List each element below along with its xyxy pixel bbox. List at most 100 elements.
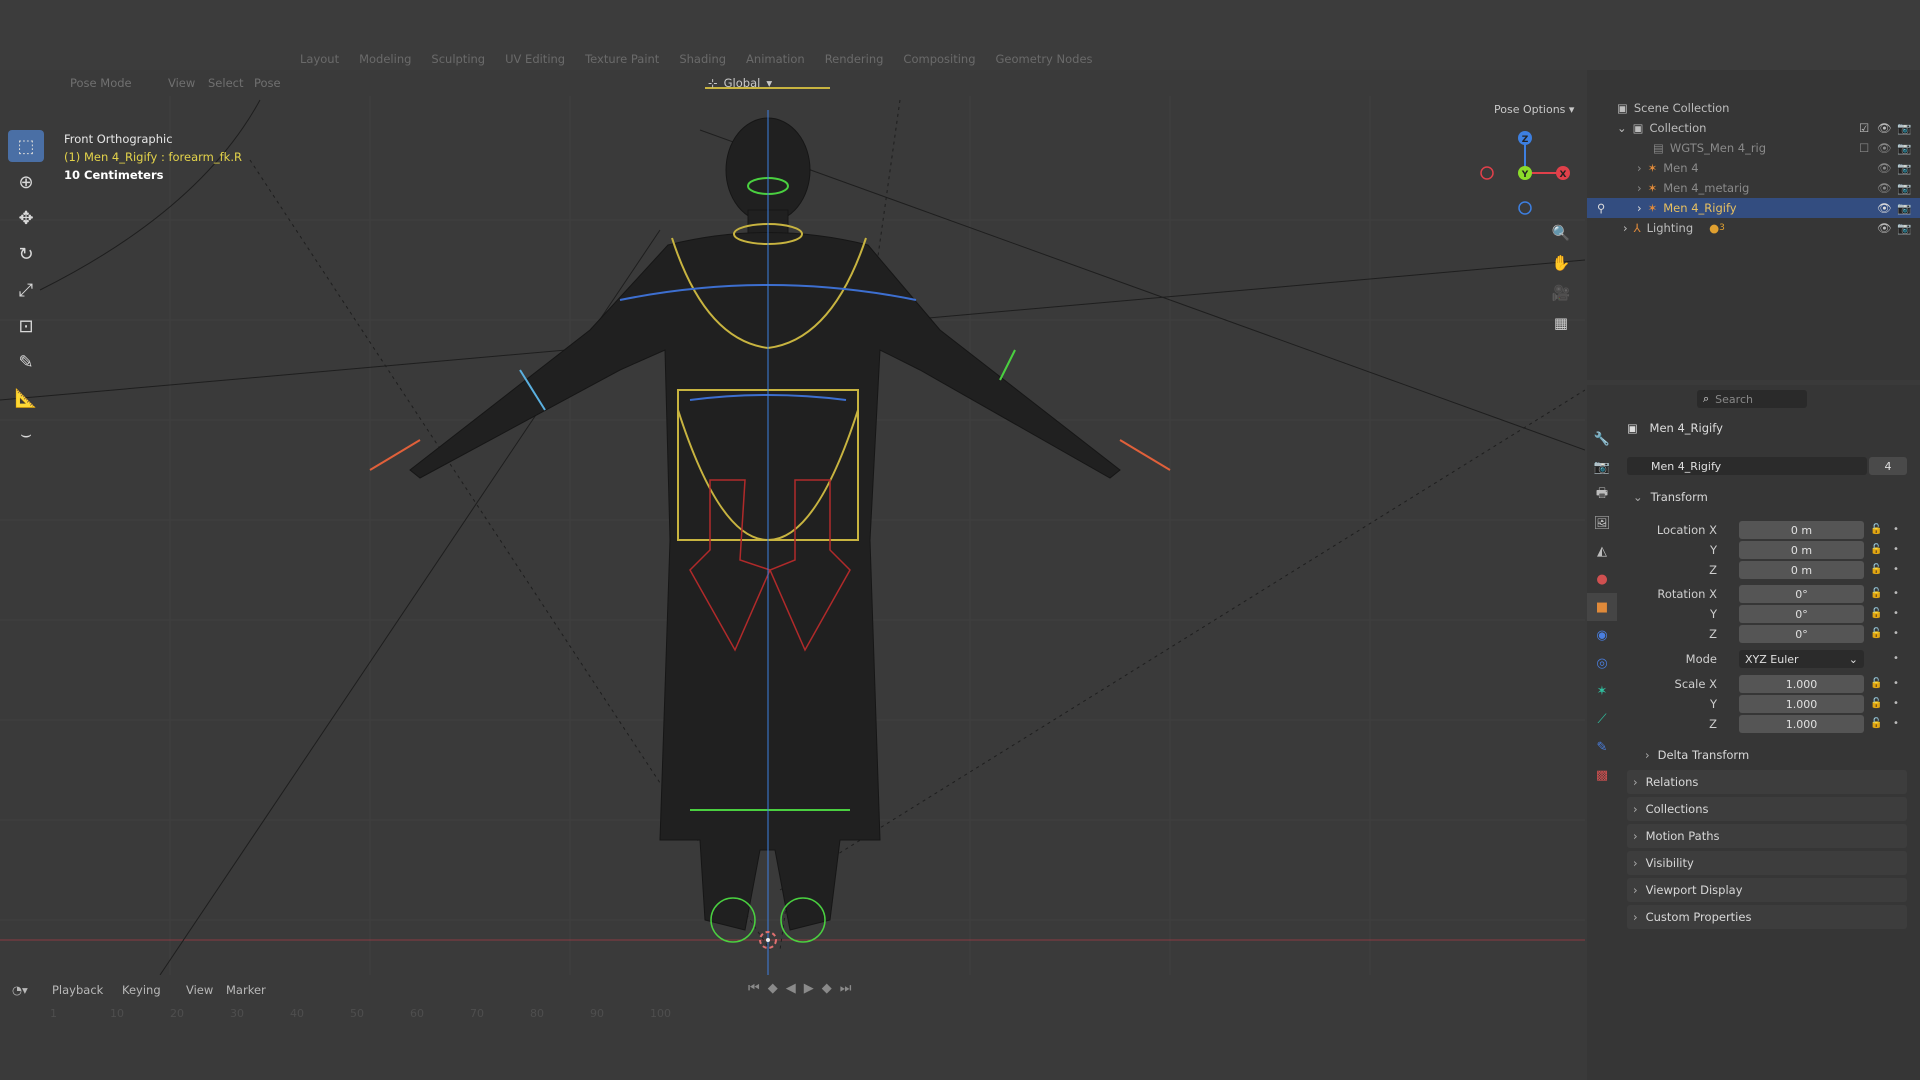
eye-icon[interactable]: 👁 — [1877, 201, 1892, 215]
navigation-gizmo[interactable]: X Z Y — [1480, 128, 1570, 218]
rotation-z-field[interactable]: 0° — [1739, 625, 1864, 643]
transform-panel-header[interactable]: ⌄ Transform — [1627, 485, 1907, 509]
user-count[interactable]: 4 — [1869, 457, 1907, 475]
eye-icon[interactable]: 👁 — [1877, 161, 1892, 175]
properties-panel[interactable]: ⌕ Search 🔧 📷 🖶 🖼 ◭ ● ■ ◉ ◎ ✶ ⟋ ✎ ▩ ▣ Men… — [1587, 385, 1920, 1080]
zoom-button[interactable]: 🔍 — [1548, 220, 1574, 246]
frame-ruler[interactable]: 1 10 20 30 40 50 60 70 80 90 100 — [50, 1007, 710, 1020]
jump-start-icon[interactable]: ⏮ — [748, 981, 760, 996]
scale-z-field[interactable]: 1.000 — [1739, 715, 1864, 733]
menu-keying[interactable]: Keying — [122, 983, 161, 997]
keyframe-dot-icon[interactable]: • — [1893, 678, 1899, 689]
camera-icon[interactable]: 📷 — [1897, 141, 1911, 155]
visibility-panel[interactable]: › Visibility — [1627, 851, 1907, 875]
output-tab[interactable]: 🖶 — [1587, 481, 1617, 509]
camera-icon[interactable]: 📷 — [1897, 221, 1911, 235]
outliner-row-metarig[interactable]: › ✶ Men 4_metarig 👁 📷 — [1587, 178, 1920, 198]
outliner-row-collection[interactable]: ⌄ ▣ Collection ☑ 👁 📷 — [1587, 118, 1920, 138]
lock-icon[interactable]: 🔓 — [1870, 628, 1882, 639]
play-icon[interactable]: ▶ — [804, 981, 814, 996]
tool-tab[interactable]: 🔧 — [1587, 425, 1617, 453]
measure-tool[interactable]: 📐 — [8, 382, 44, 414]
menu-marker[interactable]: Marker — [226, 983, 266, 997]
scale-x-field[interactable]: 1.000 — [1739, 675, 1864, 693]
keyframe-dot-icon[interactable]: • — [1893, 608, 1899, 619]
scale-tool[interactable]: ⤢ — [8, 274, 44, 306]
keyframe-dot-icon[interactable]: • — [1893, 588, 1899, 599]
eye-icon[interactable]: 👁 — [1877, 121, 1892, 135]
lock-icon[interactable]: 🔓 — [1870, 544, 1882, 555]
rotate-tool[interactable]: ↻ — [8, 238, 44, 270]
transform-orientation-dropdown[interactable]: ⊹ Global ▾ — [700, 72, 780, 94]
pan-button[interactable]: ✋ — [1548, 250, 1574, 276]
transform-tool[interactable]: ⊡ — [8, 310, 44, 342]
tab-shading[interactable]: Shading — [679, 52, 726, 66]
texture-tab[interactable]: ▩ — [1587, 761, 1617, 789]
tab-geometry-nodes[interactable]: Geometry Nodes — [996, 52, 1093, 66]
outliner-row-men4[interactable]: › ✶ Men 4 👁 📷 — [1587, 158, 1920, 178]
collections-panel[interactable]: › Collections — [1627, 797, 1907, 821]
tab-compositing[interactable]: Compositing — [903, 52, 975, 66]
scene-tab[interactable]: ◭ — [1587, 537, 1617, 565]
keyframe-dot-icon[interactable]: • — [1893, 718, 1899, 729]
delta-transform-panel[interactable]: › Delta Transform — [1639, 743, 1907, 767]
keyframe-dot-icon[interactable]: • — [1893, 698, 1899, 709]
object-tab[interactable]: ■ — [1587, 593, 1617, 621]
keyframe-dot-icon[interactable]: • — [1893, 544, 1899, 555]
lock-icon[interactable]: 🔓 — [1870, 564, 1882, 575]
keyframe-dot-icon[interactable]: • — [1893, 564, 1899, 575]
camera-view-button[interactable]: 🎥 — [1548, 280, 1574, 306]
physics-tab[interactable]: ◎ — [1587, 649, 1617, 677]
outliner-scene-collection[interactable]: ▣ Scene Collection — [1587, 98, 1920, 118]
checkbox-icon[interactable]: ☑ — [1859, 121, 1869, 135]
tab-modeling[interactable]: Modeling — [359, 52, 411, 66]
relax-tool[interactable]: ⌣ — [8, 418, 44, 450]
tab-texture-paint[interactable]: Texture Paint — [585, 52, 659, 66]
render-tab[interactable]: 📷 — [1587, 453, 1617, 481]
lock-icon[interactable]: 🔓 — [1870, 678, 1882, 689]
prev-keyframe-icon[interactable]: ◆ — [768, 981, 778, 996]
menu-view[interactable]: View — [186, 983, 213, 997]
tab-animation[interactable]: Animation — [746, 52, 805, 66]
tab-layout[interactable]: Layout — [300, 52, 339, 66]
play-reverse-icon[interactable]: ◀ — [786, 981, 796, 996]
menu-pose[interactable]: Pose — [254, 76, 281, 90]
timeline-editor[interactable]: ◔▾ Playback Keying View Marker ⏮ ◆ ◀ ▶ ◆… — [0, 975, 1585, 1080]
constraints-tab[interactable]: ✶ — [1587, 677, 1617, 705]
jump-end-icon[interactable]: ⏭ — [840, 981, 852, 996]
lock-icon[interactable]: 🔓 — [1870, 718, 1882, 729]
datablock-name-field[interactable]: Men 4_Rigify — [1627, 457, 1867, 475]
rotation-mode-dropdown[interactable]: XYZ Euler ⌄ — [1739, 650, 1864, 668]
scale-y-field[interactable]: 1.000 — [1739, 695, 1864, 713]
motion-paths-panel[interactable]: › Motion Paths — [1627, 824, 1907, 848]
outliner-row-rigify[interactable]: ⚲ › ✶ Men 4_Rigify 👁 📷 — [1587, 198, 1920, 218]
rotation-y-field[interactable]: 0° — [1739, 605, 1864, 623]
location-y-field[interactable]: 0 m — [1739, 541, 1864, 559]
editor-type-icon[interactable]: ◔▾ — [12, 983, 28, 997]
neg-x-axis-handle[interactable] — [1480, 166, 1494, 180]
relations-panel[interactable]: › Relations — [1627, 770, 1907, 794]
menu-view[interactable]: View — [168, 76, 195, 90]
view-layer-tab[interactable]: 🖼 — [1587, 509, 1617, 537]
data-tab[interactable]: ⟋ — [1587, 705, 1617, 733]
cursor-tool[interactable]: ⊕ — [8, 166, 44, 198]
ortho-toggle-button[interactable]: ▦ — [1548, 310, 1574, 336]
keyframe-dot-icon[interactable]: • — [1893, 653, 1899, 664]
next-keyframe-icon[interactable]: ◆ — [822, 981, 832, 996]
eye-icon[interactable]: 👁 — [1877, 141, 1892, 155]
rotation-x-field[interactable]: 0° — [1739, 585, 1864, 603]
lock-icon[interactable]: 🔓 — [1870, 698, 1882, 709]
camera-icon[interactable]: 📷 — [1897, 121, 1911, 135]
neg-z-axis-handle[interactable] — [1518, 201, 1532, 215]
outliner-row-wgts[interactable]: ▤ WGTS_Men 4_rig ☐ 👁 📷 — [1587, 138, 1920, 158]
select-box-tool[interactable]: ⬚ — [8, 130, 44, 162]
properties-search[interactable]: ⌕ Search — [1697, 390, 1807, 408]
tab-rendering[interactable]: Rendering — [825, 52, 884, 66]
keyframe-dot-icon[interactable]: • — [1893, 628, 1899, 639]
viewport-display-panel[interactable]: › Viewport Display — [1627, 878, 1907, 902]
outliner-panel[interactable]: ▣ Scene Collection ⌄ ▣ Collection ☑ 👁 📷 … — [1587, 70, 1920, 380]
checkbox-icon[interactable]: ☐ — [1859, 141, 1869, 155]
move-tool[interactable]: ✥ — [8, 202, 44, 234]
camera-icon[interactable]: 📷 — [1897, 161, 1911, 175]
custom-properties-panel[interactable]: › Custom Properties — [1627, 905, 1907, 929]
